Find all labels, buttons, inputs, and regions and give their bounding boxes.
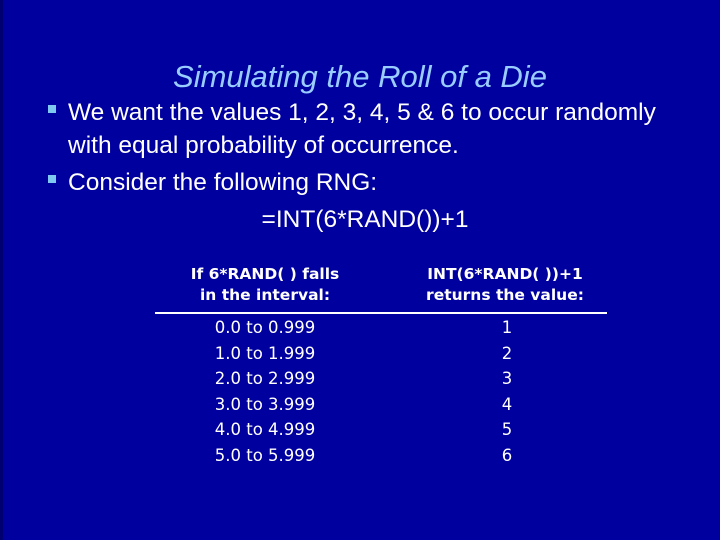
bullet-item-1-label: We want the values 1, 2, 3, 4, 5 & 6 to … xyxy=(68,99,656,159)
rng-formula: =INT(6*RAND())+1 xyxy=(261,206,469,233)
table-row: 3.0 to 3.999 4 xyxy=(140,392,620,418)
table-row: 4.0 to 4.999 5 xyxy=(140,417,620,443)
cell-value: 3 xyxy=(501,369,513,388)
cell-interval: 2.0 to 2.999 xyxy=(214,369,316,388)
slide-body: We want the values 1, 2, 3, 4, 5 & 6 to … xyxy=(30,96,690,201)
page-title: Simulating the Roll of a Die xyxy=(173,58,547,94)
cell-interval: 5.0 to 5.999 xyxy=(214,445,316,465)
cell-interval: 1.0 to 1.999 xyxy=(214,343,316,363)
column-header-interval-line1: If 6*RAND( ) falls xyxy=(190,265,340,283)
bullet-item-2-label: Consider the following RNG: xyxy=(68,169,378,196)
table-header-row: If 6*RAND( ) falls in the interval: INT(… xyxy=(140,264,620,306)
square-bullet-icon xyxy=(48,105,56,113)
column-header-value-line2: returns the value: xyxy=(426,286,584,304)
column-header-interval-line2: in the interval: xyxy=(199,286,331,304)
column-header-value-line1: INT(6*RAND( ))+1 xyxy=(427,265,583,283)
table-body: 0.0 to 0.999 1 1.0 to 1.999 2 2.0 to 2.9… xyxy=(140,306,620,468)
column-header-value: INT(6*RAND( ))+1 returns the value: xyxy=(390,264,620,306)
table: If 6*RAND( ) falls in the interval: INT(… xyxy=(140,264,620,468)
square-bullet-icon xyxy=(48,175,56,183)
cell-interval: 3.0 to 3.999 xyxy=(214,394,316,414)
table-row: 2.0 to 2.999 3 xyxy=(140,366,620,392)
cell-interval: 4.0 to 4.999 xyxy=(214,420,316,439)
cell-value: 6 xyxy=(501,445,513,465)
table-row: 1.0 to 1.999 2 xyxy=(140,341,620,367)
rng-mapping-table: If 6*RAND( ) falls in the interval: INT(… xyxy=(140,264,620,468)
table-header: If 6*RAND( ) falls in the interval: INT(… xyxy=(140,264,620,306)
bullet-item-1: We want the values 1, 2, 3, 4, 5 & 6 to … xyxy=(30,96,690,162)
presentation-slide: Simulating the Roll of a Die We want the… xyxy=(0,0,720,540)
table-row: 5.0 to 5.999 6 xyxy=(140,443,620,469)
table-header-underline xyxy=(155,312,607,314)
cell-value: 4 xyxy=(501,394,513,414)
cell-value: 2 xyxy=(501,343,513,363)
column-header-interval: If 6*RAND( ) falls in the interval: xyxy=(140,264,390,306)
bullet-item-2: Consider the following RNG: xyxy=(30,166,690,199)
cell-value: 5 xyxy=(501,420,513,439)
